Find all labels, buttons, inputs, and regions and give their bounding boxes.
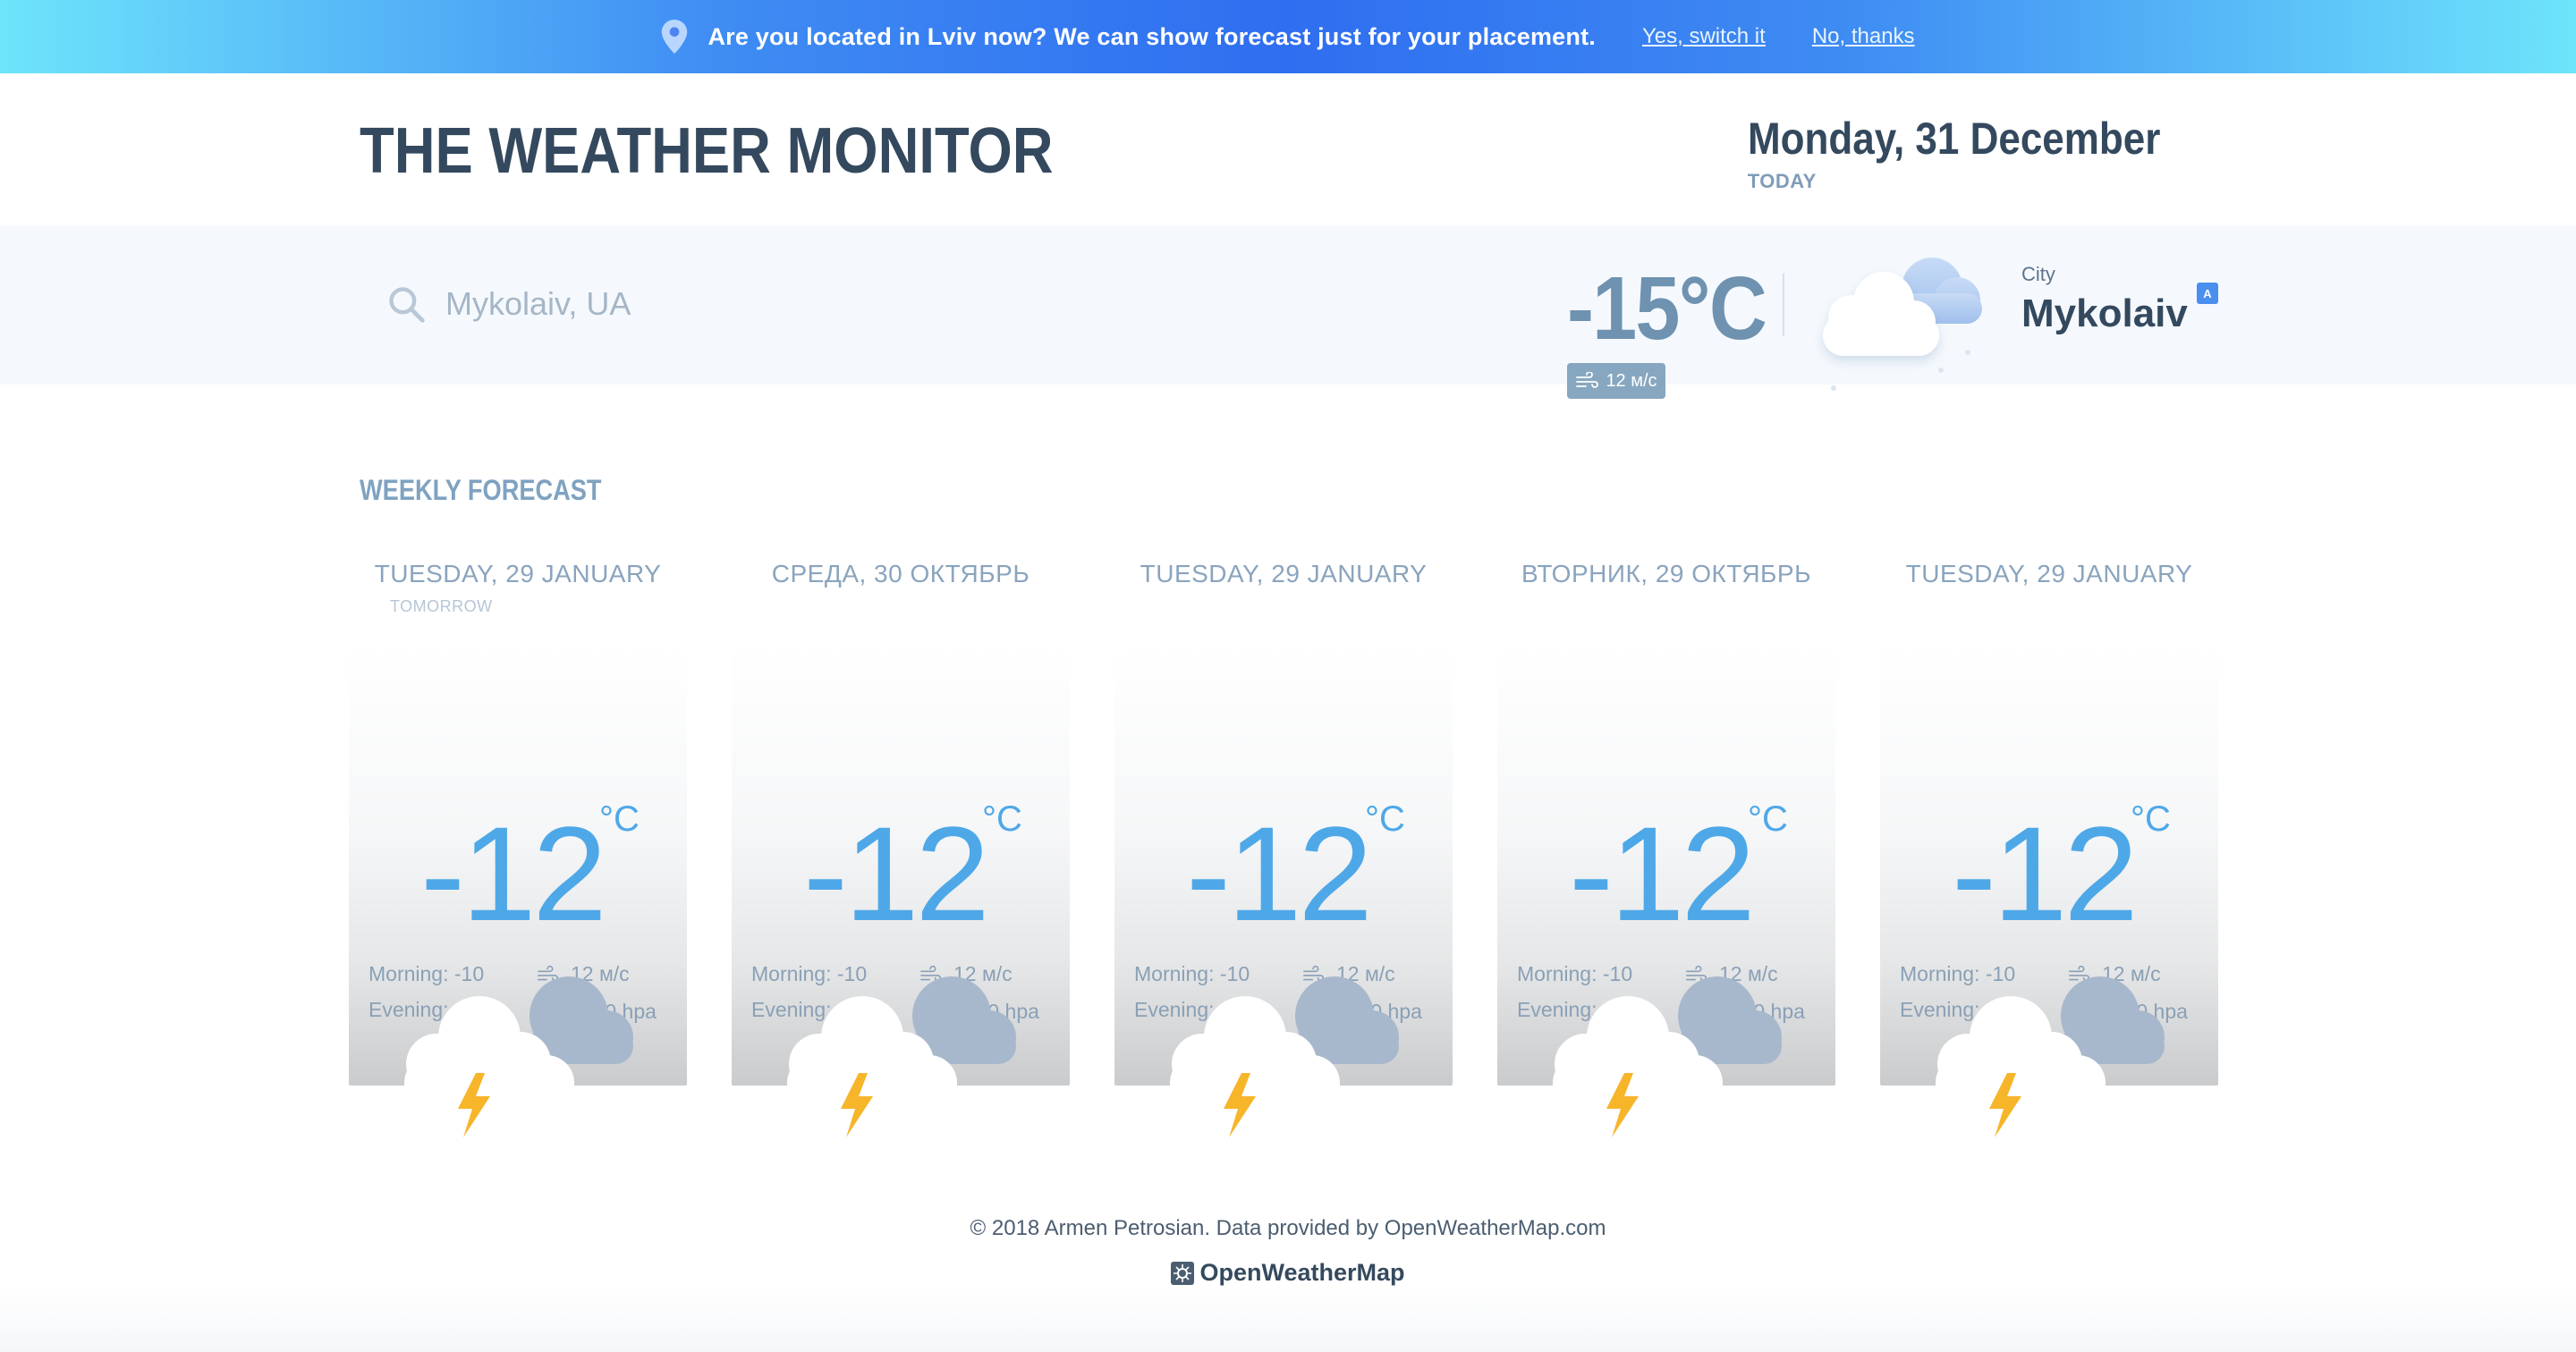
- page-header: THE WEATHER MONITOR Monday, 31 December …: [0, 73, 2576, 225]
- today-date: Monday, 31 December TODAY: [1748, 113, 2216, 193]
- divider: [1783, 274, 1784, 336]
- temperature-unit: °C: [982, 799, 1022, 839]
- city-label: City: [2021, 263, 2055, 285]
- city-name: Mykolaiv: [2021, 292, 2188, 335]
- forecast-card[interactable]: ВТОРНИК, 29 ОКТЯБРЬ -12 °C Morning: -10 …: [1497, 547, 1835, 1164]
- dismiss-location-link[interactable]: No, thanks: [1812, 24, 1915, 49]
- thunderstorm-icon: [1553, 976, 1782, 1137]
- forecast-day: СРЕДА, 30 ОКТЯБРЬ: [771, 560, 1030, 587]
- openweathermap-logo-icon: [1171, 1261, 1195, 1285]
- copyright-text: © 2018 Armen Petrosian. Data provided by…: [970, 1216, 1606, 1240]
- forecast-temperature: -12: [1186, 799, 1373, 949]
- temperature-unit: °C: [1748, 799, 1788, 839]
- current-wind-value: 12 м/с: [1606, 370, 1657, 391]
- forecast-temperature: -12: [803, 799, 990, 949]
- forecast-day: ВТОРНИК, 29 ОКТЯБРЬ: [1521, 560, 1811, 587]
- location-banner: Are you located in Lviv now? We can show…: [0, 0, 2576, 73]
- search-icon: [389, 287, 425, 323]
- page-footer: © 2018 Armen Petrosian. Data provided by…: [0, 1216, 2576, 1287]
- city-badge: A: [2197, 283, 2218, 304]
- forecast-card[interactable]: TUESDAY, 29 JANUARY TOMORROW -12 °C Morn…: [349, 547, 687, 1164]
- wind-icon: [1576, 372, 1599, 388]
- temperature-unit: °C: [2131, 799, 2171, 839]
- thunderstorm-icon: [787, 976, 1016, 1137]
- search-band: -15°C 12 м/с City My: [0, 225, 2576, 399]
- forecast-card[interactable]: TUESDAY, 29 JANUARY -12 °C Morning: -10 …: [1114, 547, 1453, 1164]
- search-input[interactable]: [445, 285, 982, 323]
- switch-location-link[interactable]: Yes, switch it: [1642, 24, 1766, 49]
- forecast-temperature: -12: [1952, 799, 2139, 949]
- today-label: TODAY: [1747, 170, 1817, 192]
- openweathermap-link[interactable]: OpenWeatherMap: [0, 1259, 2576, 1287]
- site-title: THE WEATHER MONITOR: [360, 115, 1054, 187]
- location-pin-icon: [662, 20, 688, 54]
- current-temperature: -15°C: [1567, 258, 1767, 359]
- bottom-fade: [0, 1288, 2576, 1352]
- forecast-temperature: -12: [420, 799, 607, 949]
- forecast-card[interactable]: TUESDAY, 29 JANUARY -12 °C Morning: -10 …: [1880, 547, 2218, 1164]
- forecast-temperature: -12: [1569, 799, 1756, 949]
- current-wind-badge: 12 м/с: [1567, 363, 1665, 399]
- cloud-icon: [1823, 258, 1982, 391]
- forecast-card[interactable]: СРЕДА, 30 ОКТЯБРЬ -12 °C Morning: -10 Ev…: [732, 547, 1070, 1164]
- forecast-sub: TOMORROW: [390, 597, 493, 615]
- banner-message: Are you located in Lviv now? We can show…: [708, 22, 1596, 50]
- thunderstorm-icon: [1936, 976, 2165, 1137]
- forecast-day: TUESDAY, 29 JANUARY: [1905, 560, 2193, 587]
- thunderstorm-icon: [404, 976, 633, 1137]
- forecast-day: TUESDAY, 29 JANUARY: [374, 560, 662, 587]
- temperature-unit: °C: [1365, 799, 1405, 839]
- temperature-unit: °C: [599, 799, 640, 839]
- openweathermap-brand: OpenWeatherMap: [1199, 1259, 1405, 1286]
- city-search[interactable]: [386, 284, 982, 324]
- date-label: Monday, 31 December: [1747, 114, 2161, 164]
- forecast-day: TUESDAY, 29 JANUARY: [1140, 560, 1428, 587]
- thunderstorm-icon: [1170, 976, 1399, 1137]
- weekly-forecast-title: WEEKLY FORECAST: [360, 474, 602, 506]
